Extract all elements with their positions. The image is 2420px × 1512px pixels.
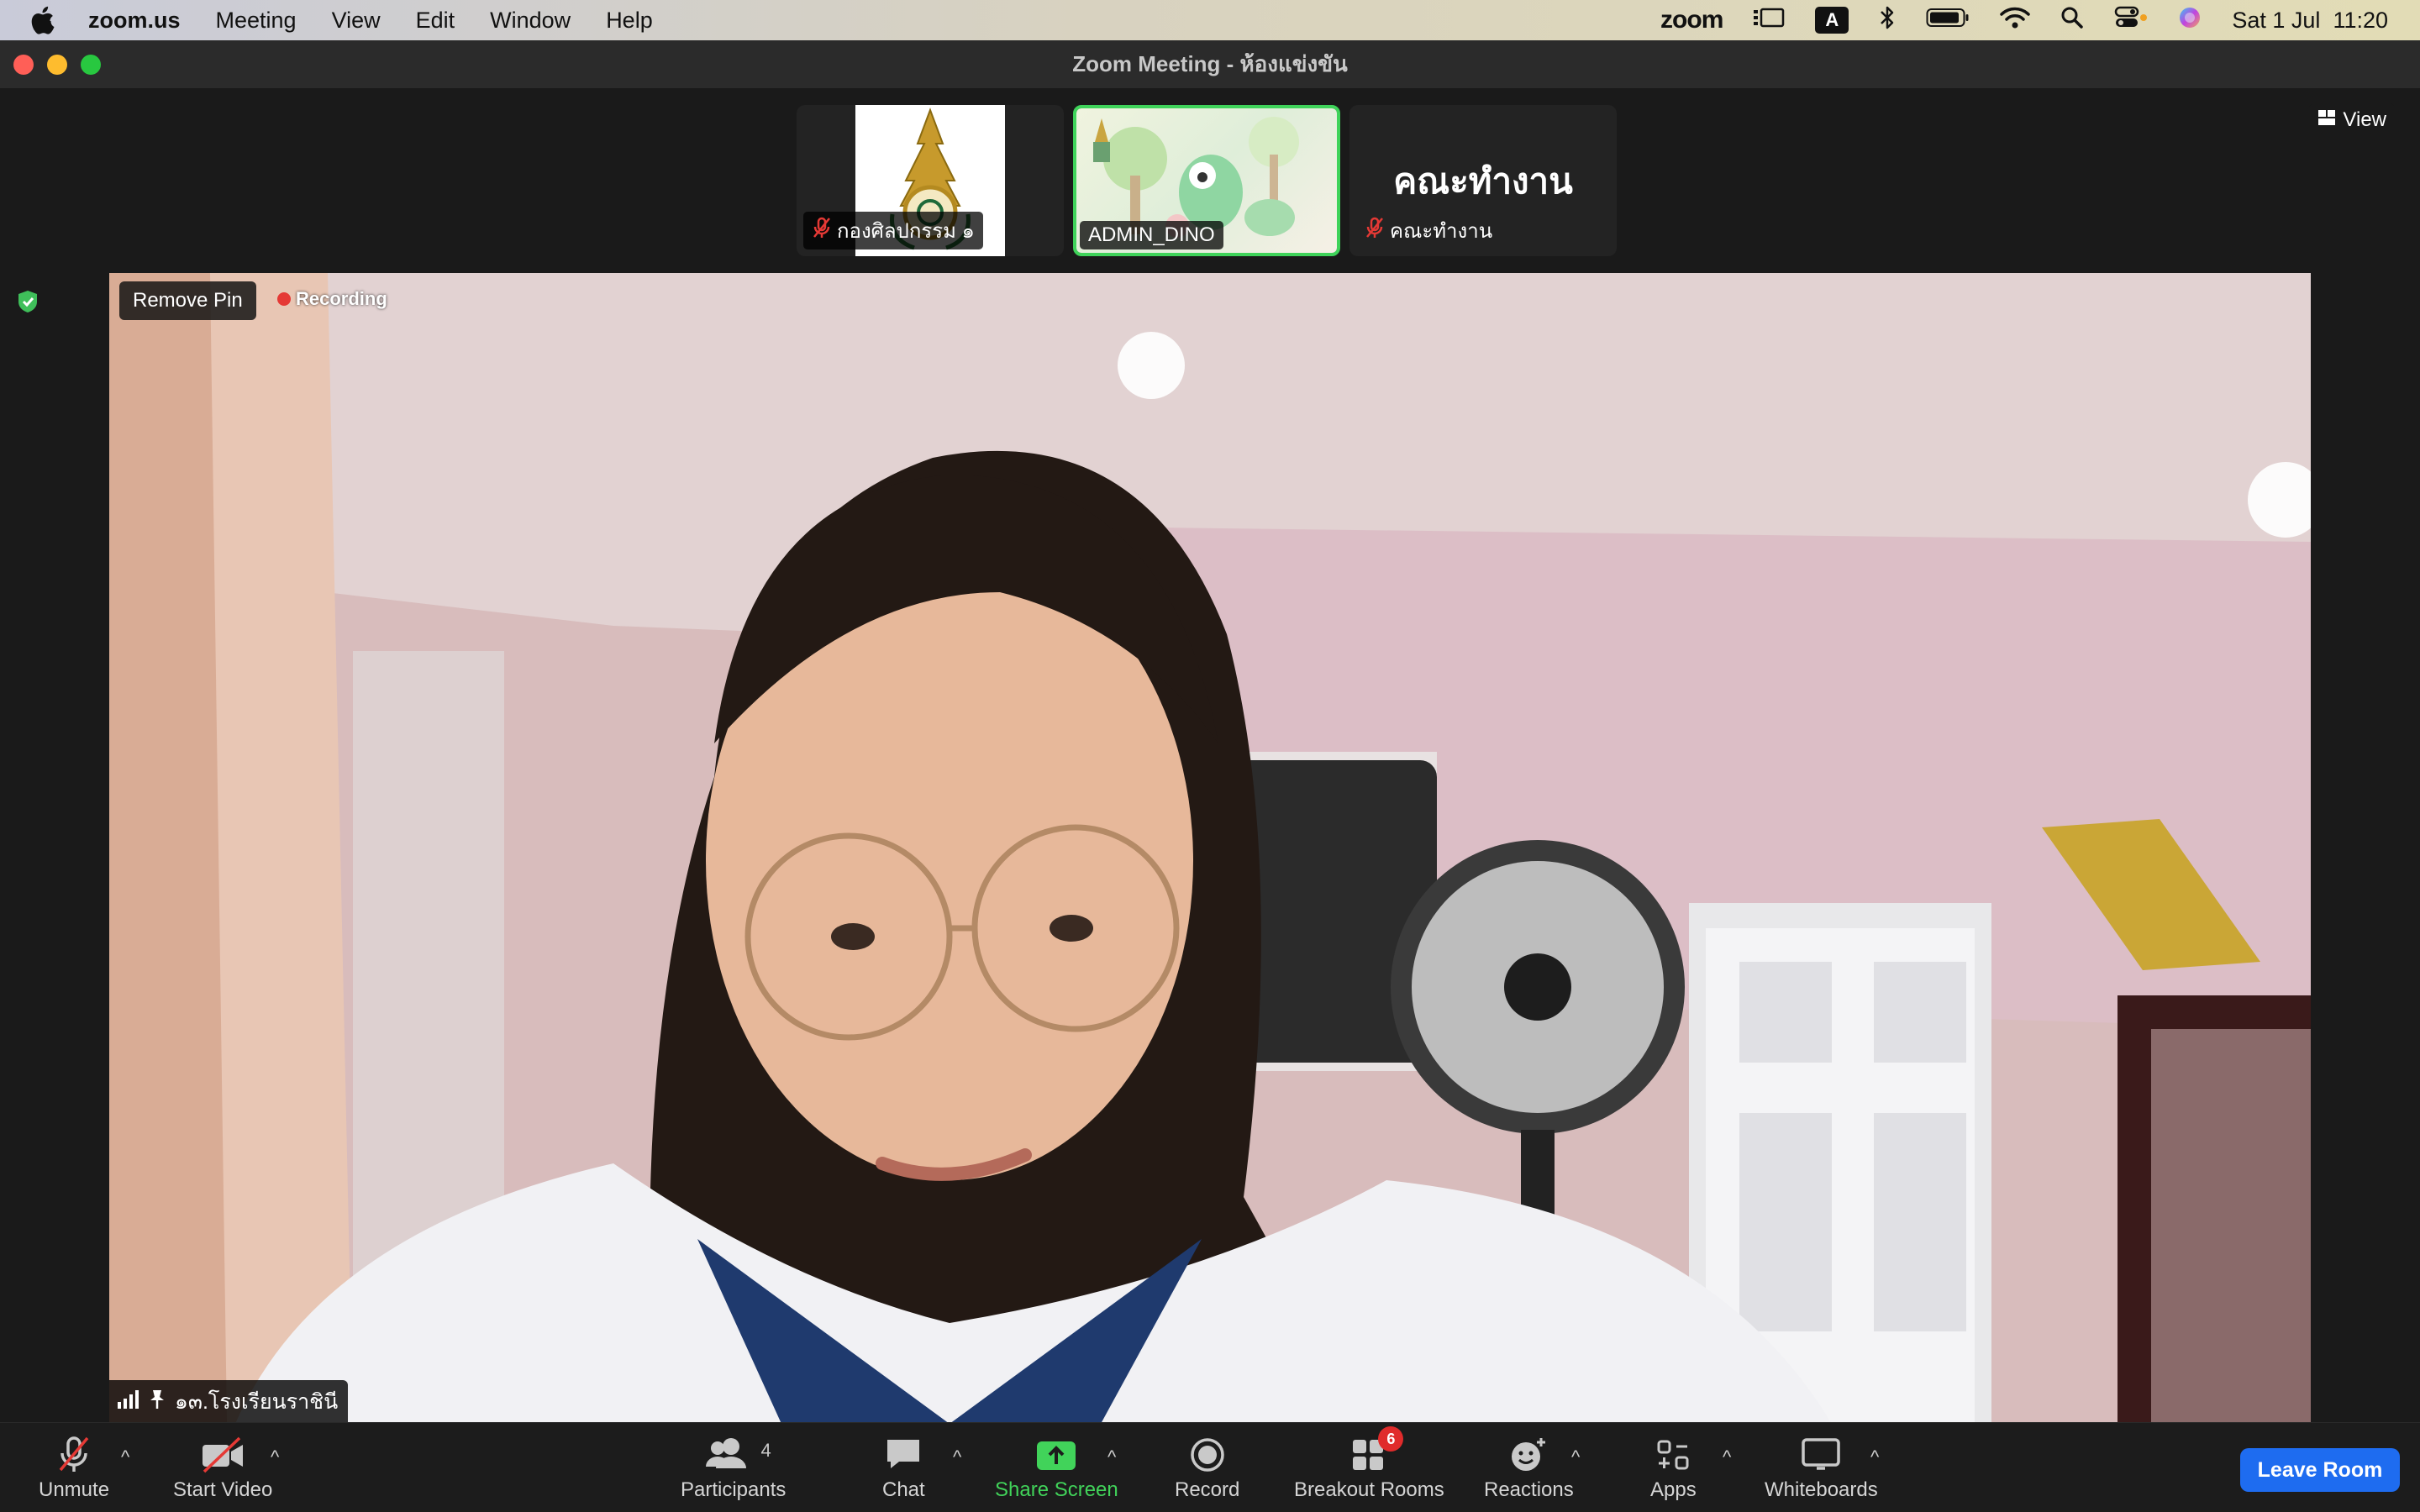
reactions-label: Reactions xyxy=(1484,1478,1574,1501)
close-window-button[interactable] xyxy=(13,55,34,75)
bluetooth-icon[interactable] xyxy=(1879,5,1896,36)
control-center-icon[interactable] xyxy=(2114,6,2148,35)
muted-mic-icon xyxy=(812,217,832,244)
macos-menubar: zoom.us Meeting View Edit Window Help zo… xyxy=(0,0,2420,40)
start-video-button[interactable]: Start Video xyxy=(173,1435,272,1502)
start-video-label: Start Video xyxy=(173,1478,273,1501)
participants-label: Participants xyxy=(681,1478,786,1501)
video-options-chevron-icon[interactable]: ^ xyxy=(271,1446,279,1468)
menu-view[interactable]: View xyxy=(314,8,398,34)
share-options-chevron-icon[interactable]: ^ xyxy=(1107,1446,1116,1468)
participant-name-label: กองศิลปกรรม ๑ xyxy=(803,212,983,249)
breakout-count-badge: 6 xyxy=(1378,1426,1404,1452)
meeting-toolbar: Unmute ^ Start Video ^ 4 Participants Ch… xyxy=(0,1422,2420,1512)
breakout-rooms-icon: 6 xyxy=(1349,1426,1404,1473)
menu-app-name[interactable]: zoom.us xyxy=(84,8,198,34)
menu-window[interactable]: Window xyxy=(472,8,588,34)
participant-display-name: คณะทำงาน xyxy=(1393,161,1573,201)
participant-name: คณะทำงาน xyxy=(1390,220,1493,243)
chat-button[interactable]: Chat xyxy=(882,1435,925,1502)
menu-edit[interactable]: Edit xyxy=(398,8,473,34)
apps-icon xyxy=(1655,1435,1691,1473)
leave-room-button[interactable]: Leave Room xyxy=(2240,1448,2400,1492)
window-title: Zoom Meeting - ห้องแข่งขัน xyxy=(1072,51,1348,76)
input-source-icon[interactable]: A xyxy=(1815,7,1849,34)
record-label: Record xyxy=(1175,1478,1240,1501)
breakout-rooms-button[interactable]: 6 Breakout Rooms xyxy=(1294,1426,1444,1502)
recording-label: Recording xyxy=(296,288,387,309)
participants-count: 4 xyxy=(760,1440,771,1461)
muted-mic-icon xyxy=(1365,217,1385,244)
participant-thumbnail[interactable]: กองศิลปกรรม ๑ xyxy=(797,105,1064,256)
share-screen-label: Share Screen xyxy=(995,1478,1118,1501)
participant-name: ADMIN_DINO xyxy=(1088,223,1215,246)
whiteboards-button[interactable]: Whiteboards xyxy=(1765,1435,1878,1502)
reactions-smiley-icon xyxy=(1509,1435,1548,1473)
video-off-icon xyxy=(199,1435,246,1473)
video-frame-image xyxy=(109,273,2311,1424)
remove-pin-button[interactable]: Remove Pin xyxy=(119,281,256,320)
window-titlebar: Zoom Meeting - ห้องแข่งขัน xyxy=(0,40,2420,88)
menubar-clock[interactable]: Sat 1 Jul 11:20 xyxy=(2232,8,2388,34)
muted-mic-icon xyxy=(55,1435,92,1473)
siri-icon[interactable] xyxy=(2178,6,2202,35)
share-screen-button[interactable]: Share Screen xyxy=(995,1435,1118,1502)
view-button[interactable]: View xyxy=(2309,103,2395,137)
menu-meeting[interactable]: Meeting xyxy=(198,8,314,34)
spotlight-search-icon[interactable] xyxy=(2060,6,2084,35)
apps-label: Apps xyxy=(1650,1478,1697,1501)
speaker-name: ๑๓.โรงเรียนราชินี xyxy=(175,1390,339,1414)
chat-label: Chat xyxy=(882,1478,925,1501)
signal-strength-icon xyxy=(116,1389,139,1415)
participant-name-label: คณะทำงาน xyxy=(1356,212,1501,249)
reactions-options-chevron-icon[interactable]: ^ xyxy=(1571,1446,1580,1468)
menubar-status-area: zoom A Sat 1 Jul 11:20 xyxy=(1660,5,2420,36)
battery-icon[interactable] xyxy=(1926,7,1970,34)
stage-manager-icon[interactable] xyxy=(1753,7,1785,34)
view-button-label: View xyxy=(2343,108,2386,131)
share-screen-icon xyxy=(1035,1435,1077,1473)
fullscreen-window-button[interactable] xyxy=(81,55,101,75)
chat-bubble-icon xyxy=(884,1435,923,1473)
speaker-name-label: ๑๓.โรงเรียนราชินี xyxy=(109,1380,349,1424)
participant-name-label: ADMIN_DINO xyxy=(1080,221,1223,249)
wifi-icon[interactable] xyxy=(2000,6,2031,35)
apps-button[interactable]: Apps xyxy=(1650,1435,1697,1502)
recording-indicator: Recording xyxy=(277,288,387,310)
whiteboards-options-chevron-icon[interactable]: ^ xyxy=(1870,1446,1879,1468)
minimize-window-button[interactable] xyxy=(47,55,67,75)
apple-menu-icon[interactable] xyxy=(0,0,84,40)
zoom-meeting-window: Zoom Meeting - ห้องแข่งขัน กองศิลปกรรม ๑ xyxy=(0,40,2420,1512)
unmute-button[interactable]: Unmute xyxy=(39,1435,109,1502)
participant-thumbnail[interactable]: คณะทำงาน คณะทำงาน xyxy=(1349,105,1617,256)
participant-name: กองศิลปกรรม ๑ xyxy=(837,220,975,243)
breakout-rooms-label: Breakout Rooms xyxy=(1294,1478,1444,1501)
meeting-content: กองศิลปกรรม ๑ ADMIN_DINO คณะทำงาน คณะทำง… xyxy=(0,88,2420,1512)
apps-options-chevron-icon[interactable]: ^ xyxy=(1723,1446,1731,1468)
participants-icon: 4 xyxy=(704,1435,771,1473)
participants-button[interactable]: 4 Participants xyxy=(681,1435,786,1502)
participant-thumbnail-active[interactable]: ADMIN_DINO xyxy=(1073,105,1340,256)
unmute-label: Unmute xyxy=(39,1478,110,1501)
whiteboard-icon xyxy=(1800,1435,1842,1473)
chat-options-chevron-icon[interactable]: ^ xyxy=(953,1446,961,1468)
reactions-button[interactable]: Reactions xyxy=(1484,1435,1574,1502)
whiteboards-label: Whiteboards xyxy=(1765,1478,1878,1501)
zoom-status-icon[interactable]: zoom xyxy=(1660,6,1723,34)
audio-options-chevron-icon[interactable]: ^ xyxy=(121,1446,129,1468)
security-shield-icon[interactable] xyxy=(17,290,39,313)
pin-icon xyxy=(148,1389,166,1415)
pinned-video[interactable]: Remove Pin Recording ๑๓.โรงเรียนราชินี xyxy=(109,273,2311,1424)
menu-help[interactable]: Help xyxy=(588,8,671,34)
record-button[interactable]: Record xyxy=(1175,1435,1239,1502)
view-grid-icon xyxy=(2317,108,2336,132)
record-icon xyxy=(1189,1435,1226,1473)
recording-dot-icon xyxy=(277,292,291,306)
